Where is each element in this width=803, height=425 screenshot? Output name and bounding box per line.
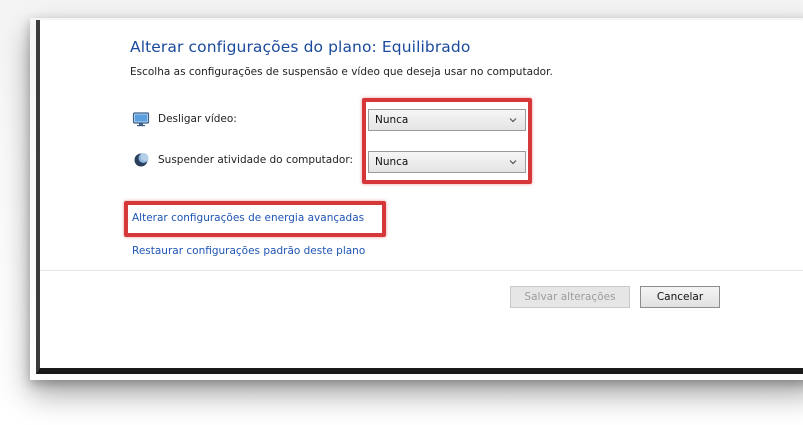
selects-highlight-box bbox=[362, 98, 532, 184]
page-title: Alterar configurações do plano: Equilibr… bbox=[130, 38, 471, 56]
power-plan-settings-window: Alterar configurações do plano: Equilibr… bbox=[36, 20, 803, 374]
page-subtitle: Escolha as configurações de suspensão e … bbox=[130, 66, 553, 78]
setting-row-sleep: Suspender atividade do computador: bbox=[132, 149, 353, 171]
moon-icon bbox=[132, 152, 150, 168]
sleep-label: Suspender atividade do computador: bbox=[158, 154, 353, 166]
display-off-label: Desligar vídeo: bbox=[158, 113, 237, 125]
restore-defaults-link[interactable]: Restaurar configurações padrão deste pla… bbox=[132, 245, 365, 257]
setting-row-display-off: Desligar vídeo: bbox=[132, 108, 237, 130]
monitor-icon bbox=[132, 111, 150, 127]
screenshot-canvas: Alterar configurações do plano: Equilibr… bbox=[0, 0, 803, 425]
save-changes-button[interactable]: Salvar alterações bbox=[510, 286, 630, 308]
footer-divider bbox=[40, 270, 803, 271]
cancel-button[interactable]: Cancelar bbox=[640, 286, 720, 308]
advanced-link-highlight-box bbox=[124, 201, 386, 237]
